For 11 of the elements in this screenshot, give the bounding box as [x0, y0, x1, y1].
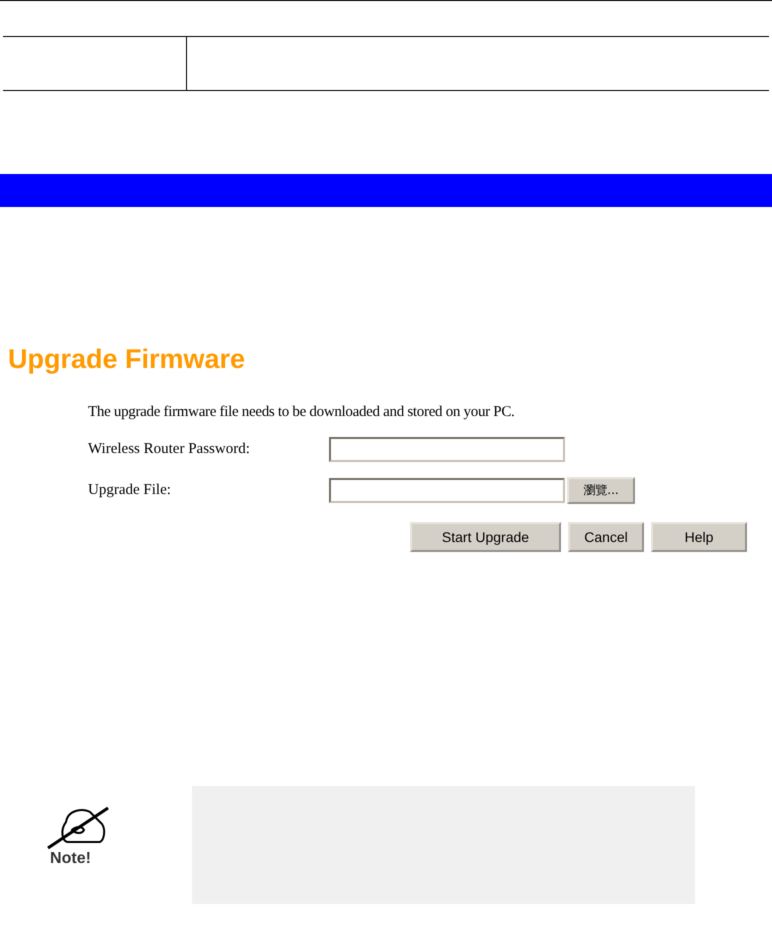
- password-field[interactable]: [329, 437, 565, 462]
- file-path-field[interactable]: [329, 478, 565, 503]
- form-button[interactable]: Start Upgrade: [410, 522, 561, 552]
- intro-text: The upgrade firmware file needs to be downloaded and stored on your PC.: [88, 403, 516, 422]
- field-label: Wireless Router Password:: [88, 441, 251, 458]
- page-title: Upgrade Firmware: [8, 343, 246, 375]
- browse-button[interactable]: 瀏覽...: [567, 477, 635, 504]
- note-label: Note!: [50, 850, 91, 868]
- form-button[interactable]: Help: [651, 522, 747, 552]
- field-label: Upgrade File:: [88, 482, 172, 499]
- form-button[interactable]: Cancel: [568, 522, 644, 552]
